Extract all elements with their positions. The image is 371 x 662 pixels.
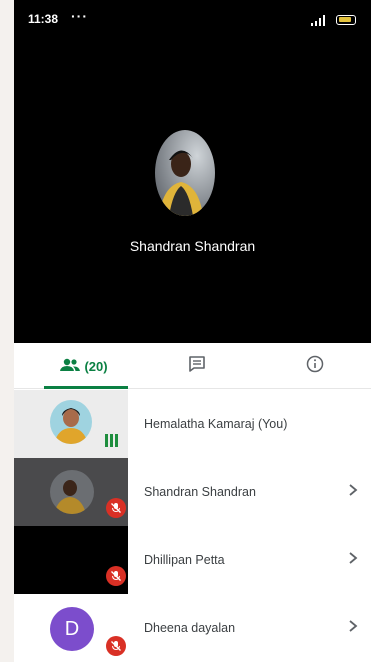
tab-info[interactable] bbox=[300, 343, 330, 389]
avatar bbox=[50, 400, 92, 444]
participant-tile bbox=[14, 390, 128, 458]
participant-row-hemalatha[interactable]: Hemalatha Kamaraj (You) bbox=[14, 390, 371, 458]
participant-row-dhillipan[interactable]: Dhillipan Petta bbox=[14, 526, 371, 594]
status-time: 11:38 bbox=[28, 12, 59, 26]
tab-people[interactable]: (20) bbox=[44, 343, 124, 389]
main-participant-name: Shandran Shandran bbox=[129, 238, 256, 254]
main-participant-avatar bbox=[155, 130, 215, 216]
participant-tile bbox=[14, 458, 128, 526]
tab-chat[interactable] bbox=[182, 343, 212, 389]
people-icon bbox=[60, 358, 81, 375]
chat-icon bbox=[188, 355, 206, 378]
mic-off-icon bbox=[106, 636, 126, 656]
main-video-area[interactable]: 11:38 ··· Shandran Shandran bbox=[14, 0, 371, 343]
avatar bbox=[50, 470, 94, 514]
avatar: D bbox=[50, 607, 94, 651]
info-icon bbox=[306, 355, 324, 378]
active-tab-indicator bbox=[44, 386, 128, 389]
participant-name: Shandran Shandran bbox=[144, 485, 256, 499]
meet-window: 11:38 ··· Shandran Shandran (20) Hemalat… bbox=[14, 0, 371, 662]
people-count: (20) bbox=[84, 358, 108, 374]
battery-icon bbox=[336, 15, 356, 25]
participant-name: Dhillipan Petta bbox=[144, 553, 225, 567]
chevron-right-icon[interactable] bbox=[348, 483, 358, 502]
chevron-right-icon[interactable] bbox=[348, 619, 358, 638]
mic-off-icon bbox=[106, 498, 126, 518]
chevron-right-icon[interactable] bbox=[348, 551, 358, 570]
participant-name: Hemalatha Kamaraj (You) bbox=[144, 417, 288, 431]
speaking-indicator-icon bbox=[105, 434, 118, 447]
participant-tile: D bbox=[14, 594, 128, 662]
mic-off-icon bbox=[106, 566, 126, 586]
participant-row-dheena[interactable]: D Dheena dayalan bbox=[14, 594, 371, 662]
notification-dots: ··· bbox=[71, 8, 88, 24]
status-bar: 11:38 ··· bbox=[14, 8, 371, 30]
tab-bar: (20) bbox=[14, 343, 371, 389]
participant-tile bbox=[14, 526, 128, 594]
participant-row-shandran[interactable]: Shandran Shandran bbox=[14, 458, 371, 526]
signal-icon bbox=[311, 14, 331, 29]
participant-name: Dheena dayalan bbox=[144, 621, 236, 635]
